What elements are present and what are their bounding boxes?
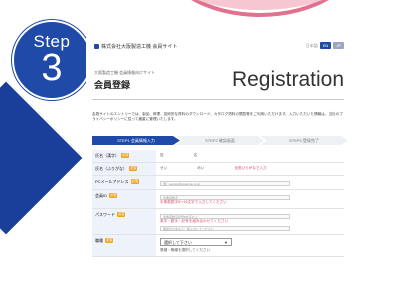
site-header: 株式会社大阪製造工機 会員サイト 日本語 EN JP (86, 38, 350, 52)
first-name-kana-input[interactable]: めい (197, 166, 204, 172)
last-name-kana-input[interactable]: せい (160, 166, 167, 172)
required-badge: 必須 (109, 193, 118, 198)
required-badge: 必須 (105, 238, 114, 243)
form-row-member-id: 会員ID 必須 半角英数字 半角英数字8〜16文字で入力してください (92, 190, 344, 209)
form-row-occupation: 職種 必須 選択して下さい ▼ 業種・職種を選択してください (92, 235, 344, 257)
form-row-name-kana: 氏名（ふりがな） 必須 せい めい 全角ひらがなで入力 (92, 163, 344, 176)
language-button-en[interactable]: EN (319, 42, 332, 49)
company-name[interactable]: 株式会社大阪製造工機 会員サイト (94, 43, 177, 50)
progress-steps: STEP1 会員情報入力 STEP2 確認画面 STEP3 登録完了 (92, 136, 348, 145)
registration-form: 氏名（漢字） 必須 姓 名 氏名（ふりがな） 必須 せい めい 全角ひらがなで入力 … (92, 150, 344, 257)
field-label: 会員ID 必須 (92, 190, 156, 208)
company-logo-icon (94, 44, 99, 49)
last-name-input[interactable]: 姓 (160, 153, 164, 159)
name-kanji-fields: 姓 名 (156, 150, 344, 162)
form-row-email: PCメールアドレス 必須 例）sample@example.co.jp (92, 176, 344, 190)
registration-page-card: 株式会社大阪製造工機 会員サイト 日本語 EN JP 大阪製造工機 会員情報向け… (86, 38, 350, 304)
intro-text: 会員サイトのエントリーでは、製品、修理、技術的な資料のダウンロード、カタログ資料… (92, 112, 343, 121)
language-switcher: 日本語 EN JP (306, 42, 344, 49)
form-row-password: パスワード 必須 半角英数字記号8文字以上 英字・数字・記号を組み合わせてください… (92, 209, 344, 235)
required-badge: 必須 (117, 212, 126, 217)
password-field-wrap: 半角英数字記号8文字以上 英字・数字・記号を組み合わせてください 確認のためもう… (156, 209, 344, 234)
form-row-name-kanji: 氏名（漢字） 必須 姓 名 (92, 150, 344, 163)
page-hero: 大阪製造工機 会員情報向けサイト 会員登録 Registration (92, 68, 344, 100)
page-title: 会員登録 (94, 80, 131, 90)
password-hint: 英字・数字・記号を組み合わせてください (160, 219, 229, 223)
field-label: 氏名（ふりがな） 必須 (92, 163, 156, 175)
breadcrumb: 大阪製造工機 会員情報向けサイト (94, 70, 156, 75)
first-name-input[interactable]: 名 (194, 153, 198, 159)
occupation-field-wrap: 選択して下さい ▼ 業種・職種を選択してください (156, 235, 344, 256)
field-label: パスワード 必須 (92, 209, 156, 234)
member-id-field-wrap: 半角英数字 半角英数字8〜16文字で入力してください (156, 190, 344, 208)
step-tab-input: STEP1 会員情報入力 (92, 136, 180, 145)
kana-hint: 全角ひらがなで入力 (234, 166, 267, 170)
language-label: 日本語 (305, 42, 318, 48)
chevron-down-icon: ▼ (224, 240, 228, 245)
field-label: PCメールアドレス 必須 (92, 176, 156, 189)
step-badge: Step 3 (12, 20, 92, 100)
member-id-hint: 半角英数字8〜16文字で入力してください (160, 200, 227, 204)
decorative-pink-ring (160, 0, 360, 16)
email-field[interactable]: 例）sample@example.co.jp (160, 181, 290, 186)
password-confirm-field[interactable]: 確認のためもう一度入力してください (160, 226, 290, 231)
email-field-wrap: 例）sample@example.co.jp (156, 176, 344, 189)
occupation-select[interactable]: 選択して下さい ▼ (160, 238, 232, 246)
language-button-jp[interactable]: JP (333, 42, 344, 49)
step-number: 3 (41, 47, 63, 89)
step-tab-confirm: STEP2 確認画面 (176, 136, 264, 145)
page-title-english: Registration (231, 68, 344, 91)
required-badge: 必須 (121, 153, 130, 158)
field-label: 職種 必須 (92, 235, 156, 256)
arrow-icon (0, 81, 83, 235)
required-badge: 必須 (129, 166, 138, 171)
name-kana-fields: せい めい 全角ひらがなで入力 (156, 163, 344, 175)
occupation-note: 業種・職種を選択してください (160, 248, 211, 252)
step-tab-complete: STEP3 登録完了 (260, 136, 348, 145)
required-badge: 必須 (130, 179, 139, 184)
field-label: 氏名（漢字） 必須 (92, 150, 156, 162)
